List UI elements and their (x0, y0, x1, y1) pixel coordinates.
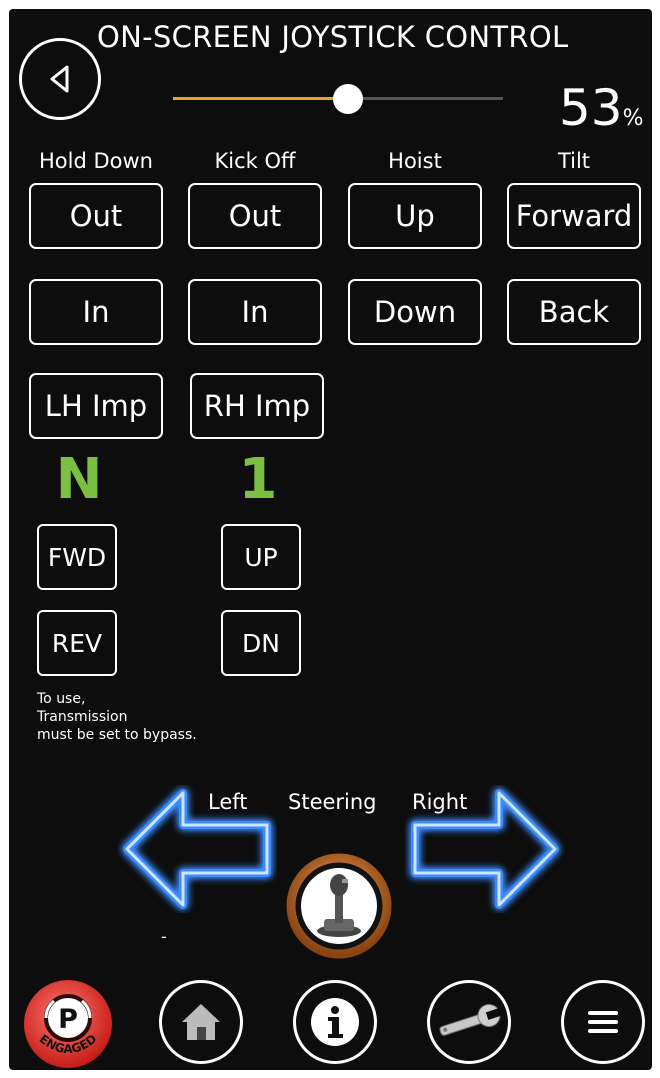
transmission-note: To use, Transmission must be set to bypa… (37, 690, 197, 744)
screen: ON-SCREEN JOYSTICK CONTROL 53% Hold Down… (9, 9, 652, 1070)
tilt-forward-button[interactable]: Forward (507, 183, 641, 249)
speed-slider[interactable] (173, 84, 503, 114)
home-button[interactable] (159, 980, 243, 1064)
steer-right-arrow-icon[interactable] (405, 785, 565, 913)
back-button[interactable] (19, 38, 101, 120)
hold-down-out-button[interactable]: Out (29, 183, 163, 249)
info-icon (311, 998, 359, 1046)
speed-readout: 53% (559, 79, 644, 137)
kick-off-out-button[interactable]: Out (188, 183, 322, 249)
gear-indicator: 1 (238, 447, 278, 512)
speed-value: 53 (559, 79, 623, 137)
back-triangle-icon (50, 65, 69, 93)
label-hoist: Hoist (388, 149, 442, 173)
steering-dash: - (161, 927, 167, 946)
kick-off-in-button[interactable]: In (188, 279, 322, 345)
note-line: Transmission (37, 709, 128, 725)
tools-button[interactable] (427, 980, 511, 1064)
home-icon (182, 1004, 220, 1040)
hoist-down-button[interactable]: Down (348, 279, 482, 345)
gear-up-button[interactable]: UP (221, 524, 301, 590)
park-brake-button[interactable]: P ENGAGED (14, 978, 122, 1070)
steering-label: Steering (288, 790, 377, 814)
label-hold-down: Hold Down (39, 149, 153, 173)
page-title: ON-SCREEN JOYSTICK CONTROL (97, 20, 569, 54)
direction-indicator: N (55, 447, 103, 512)
fwd-button[interactable]: FWD (37, 524, 117, 590)
speed-unit: % (622, 106, 644, 131)
tilt-back-button[interactable]: Back (507, 279, 641, 345)
label-tilt: Tilt (557, 149, 591, 173)
gear-down-button[interactable]: DN (221, 610, 301, 676)
info-button[interactable] (293, 980, 377, 1064)
slider-thumb[interactable] (332, 84, 363, 114)
park-letter: P (58, 1004, 78, 1035)
label-kick-off: Kick Off (214, 149, 296, 173)
note-line: must be set to bypass. (37, 727, 197, 743)
wrench-icon (439, 1004, 502, 1036)
steer-left-arrow-icon[interactable] (117, 785, 277, 913)
menu-button[interactable] (561, 980, 645, 1064)
rev-button[interactable]: REV (37, 610, 117, 676)
note-line: To use, (37, 691, 86, 707)
joystick-icon[interactable] (284, 851, 394, 961)
lh-imp-button[interactable]: LH Imp (29, 373, 163, 439)
slider-fill (173, 97, 348, 100)
hold-down-in-button[interactable]: In (29, 279, 163, 345)
menu-icon (588, 1011, 618, 1033)
rh-imp-button[interactable]: RH Imp (190, 373, 324, 439)
hoist-up-button[interactable]: Up (348, 183, 482, 249)
